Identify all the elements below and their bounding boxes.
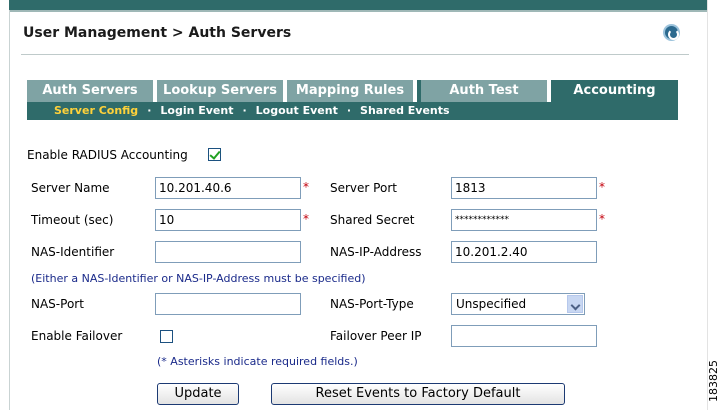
shared-secret-label: Shared Secret <box>330 213 415 227</box>
tab-mapping-rules[interactable]: Mapping Rules <box>287 80 417 102</box>
subtab-server-config[interactable]: Server Config <box>54 104 138 117</box>
subtab-bar: Server Config · Login Event · Logout Event · S… <box>27 102 678 120</box>
left-border <box>9 10 10 410</box>
tab-accounting[interactable]: Accounting <box>551 80 678 102</box>
tab-auth-test[interactable]: Auth Test <box>421 80 551 102</box>
required-marker: * <box>599 212 605 226</box>
nas-port-label: NAS-Port <box>31 297 84 311</box>
nas-port-type-label: NAS-Port-Type <box>330 297 414 311</box>
timeout-input[interactable]: 10 <box>155 209 301 231</box>
required-marker: * <box>303 212 309 226</box>
top-banner <box>0 0 707 10</box>
enable-accounting-label: Enable RADIUS Accounting <box>27 148 188 162</box>
chevron-down-icon[interactable] <box>567 295 583 313</box>
nas-ip-input[interactable]: 10.201.2.40 <box>451 241 597 263</box>
failover-peer-input[interactable] <box>451 325 597 347</box>
figure-number: 183825 <box>707 360 720 402</box>
subtab-shared-events[interactable]: Shared Events <box>360 104 450 117</box>
server-name-input[interactable]: 10.201.40.6 <box>155 177 301 199</box>
enable-failover-checkbox[interactable] <box>160 330 173 343</box>
nas-port-type-value: Unspecified <box>456 297 527 311</box>
reset-events-button[interactable]: Reset Events to Factory Default <box>271 383 565 405</box>
subtab-login-event[interactable]: Login Event <box>160 104 233 117</box>
server-name-label: Server Name <box>31 181 110 195</box>
nas-port-input[interactable] <box>155 293 301 315</box>
required-fields-note: (* Asterisks indicate required fields.) <box>157 355 358 368</box>
timeout-label: Timeout (sec) <box>31 213 114 227</box>
nas-requirement-note: (Either a NAS-Identifier or NAS-IP-Addre… <box>31 272 366 285</box>
tab-lookup-servers[interactable]: Lookup Servers <box>157 80 287 102</box>
nas-identifier-input[interactable] <box>155 241 301 263</box>
top-banner-edge <box>0 0 9 10</box>
nas-identifier-label: NAS-Identifier <box>31 245 115 259</box>
shared-secret-input[interactable]: ************ <box>451 209 597 231</box>
subtab-separator: · <box>147 104 152 117</box>
update-button[interactable]: Update <box>157 383 239 405</box>
required-marker: * <box>599 180 605 194</box>
subtab-logout-event[interactable]: Logout Event <box>256 104 338 117</box>
enable-accounting-checkbox[interactable] <box>208 148 221 161</box>
breadcrumb: User Management > Auth Servers <box>23 25 292 41</box>
title-divider <box>21 54 689 55</box>
server-port-label: Server Port <box>330 181 397 195</box>
top-banner-rule <box>9 10 707 12</box>
nas-ip-label: NAS-IP-Address <box>330 245 422 259</box>
server-port-input[interactable]: 1813 <box>451 177 597 199</box>
subtab-separator: · <box>346 104 352 117</box>
vertical-scrollbar[interactable] <box>707 0 725 410</box>
subtab-separator: · <box>242 104 247 117</box>
nas-port-type-select[interactable]: Unspecified <box>451 293 585 315</box>
failover-peer-label: Failover Peer IP <box>330 329 422 343</box>
required-marker: * <box>303 180 309 194</box>
help-icon[interactable] <box>663 24 680 41</box>
enable-failover-label: Enable Failover <box>31 329 123 343</box>
tab-auth-servers[interactable]: Auth Servers <box>27 80 157 102</box>
